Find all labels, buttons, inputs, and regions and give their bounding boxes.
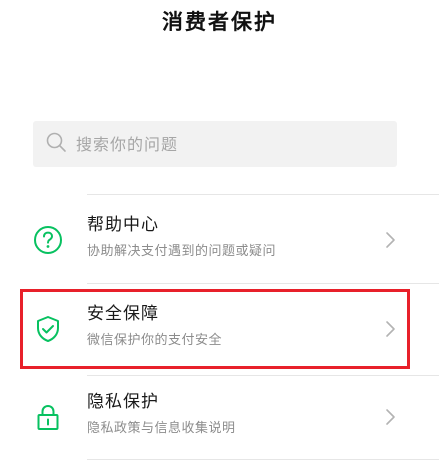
- search-bar[interactable]: [33, 121, 397, 167]
- menu-item-title: 安全保障: [87, 304, 159, 324]
- search-icon: [45, 131, 67, 157]
- menu-item-title: 帮助中心: [87, 215, 159, 235]
- help-circle-icon: [32, 224, 64, 256]
- menu-item-privacy[interactable]: 隐私保护 隐私政策与信息收集说明: [0, 381, 439, 453]
- page-title: 消费者保护: [162, 10, 277, 34]
- divider: [87, 375, 439, 376]
- divider: [87, 194, 439, 195]
- divider: [87, 459, 439, 460]
- menu-item-subtitle: 协助解决支付遇到的问题或疑问: [87, 244, 277, 259]
- search-input[interactable]: [76, 129, 376, 159]
- menu-item-subtitle: 隐私政策与信息收集说明: [87, 421, 236, 436]
- shield-check-icon: [32, 313, 64, 345]
- menu-item-security[interactable]: 安全保障 微信保护你的支付安全: [0, 293, 439, 365]
- menu-item-help-center[interactable]: 帮助中心 协助解决支付遇到的问题或疑问: [0, 204, 439, 276]
- lock-icon: [32, 401, 64, 433]
- menu-item-title: 隐私保护: [87, 392, 159, 412]
- menu-item-subtitle: 微信保护你的支付安全: [87, 333, 223, 348]
- chevron-right-icon: [384, 320, 396, 338]
- chevron-right-icon: [384, 231, 396, 249]
- chevron-right-icon: [384, 408, 396, 426]
- divider: [87, 283, 439, 284]
